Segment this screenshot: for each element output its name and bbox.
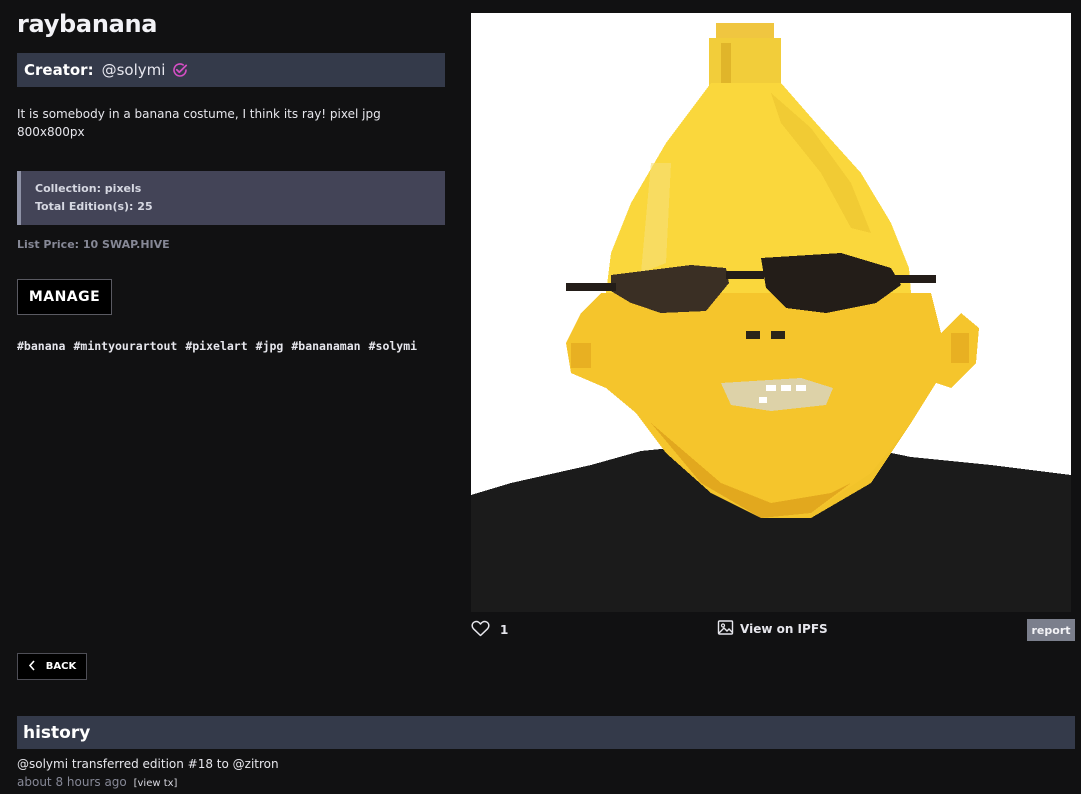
view-on-ipfs-link[interactable]: View on IPFS [717,619,828,639]
collection-name[interactable]: Collection: pixels [35,180,445,198]
back-label: BACK [45,661,77,672]
history-header: history [17,716,1075,749]
nft-artwork-image[interactable] [471,13,1071,612]
tag-link[interactable]: #mintyourartout [73,339,177,353]
chevron-left-icon [28,659,36,674]
report-button[interactable]: report [1027,619,1075,641]
manage-button[interactable]: MANAGE [17,279,112,315]
tag-link[interactable]: #banana [17,339,65,353]
tag-link[interactable]: #solymi [369,339,417,353]
back-button[interactable]: BACK [17,653,87,680]
collection-info: Collection: pixels Total Edition(s): 25 [17,171,445,225]
view-tx-link[interactable]: [view tx] [134,778,178,789]
total-editions: Total Edition(s): 25 [35,200,153,213]
creator-bar: Creator: @solymi [17,53,445,87]
list-price: List Price: 10 SWAP.HIVE [17,238,170,251]
nft-description: It is somebody in a banana costume, I th… [17,107,381,139]
ipfs-label: View on IPFS [740,622,828,636]
history-entry-time: about 8 hours ago [17,775,127,789]
page-title: raybanana [17,10,158,38]
history-entry: @solymi transferred edition #18 to @zitr… [17,755,279,793]
heart-icon[interactable] [471,620,490,640]
verified-check-icon [171,61,189,79]
creator-link[interactable]: @solymi [102,61,166,79]
creator-label: Creator: [24,61,94,79]
tag-link[interactable]: #jpg [256,339,284,353]
history-entry-text: @solymi transferred edition #18 to @zitr… [17,757,279,771]
tag-link[interactable]: #pixelart [185,339,247,353]
tag-link[interactable]: #bananaman [291,339,360,353]
tag-list: #banana #mintyourartout #pixelart #jpg #… [17,339,417,353]
like-control[interactable]: 1 [471,620,508,640]
image-icon [717,619,734,639]
like-count: 1 [500,623,509,637]
